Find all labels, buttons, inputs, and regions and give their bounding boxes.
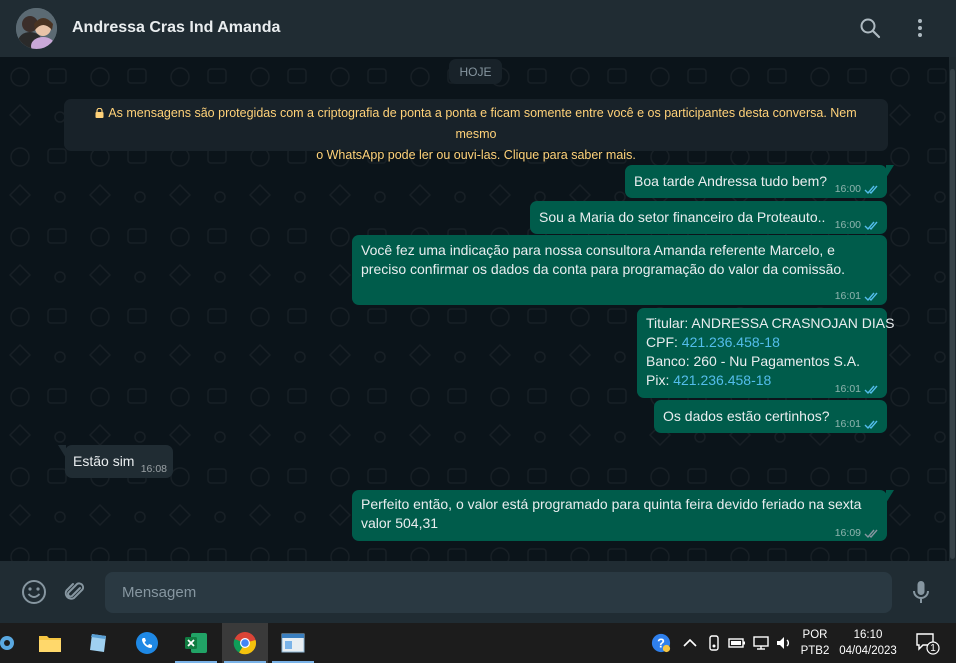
message-time: 16:08 (140, 463, 167, 475)
lock-icon (95, 108, 104, 118)
message-bubble-outgoing[interactable]: Perfeito então, o valor está programado … (352, 490, 894, 544)
message-text-line: Titular: ANDRESSA CRASNOJAN DIAS (646, 315, 895, 331)
windows-taskbar: ? POR PTB2 16:10 04/04/2023 1 (0, 623, 956, 663)
taskbar-app-partial[interactable] (0, 623, 30, 663)
clock-date: 04/04/2023 (839, 645, 897, 657)
search-icon[interactable] (858, 16, 882, 40)
message-meta: 16:08 (141, 460, 167, 480)
message-bubble-outgoing[interactable]: Titular: ANDRESSA CRASNOJAN DIAS CPF: 42… (637, 308, 894, 400)
contact-avatar[interactable] (16, 8, 57, 49)
taskbar-window-app[interactable] (270, 623, 316, 663)
message-meta: 16:01 (835, 287, 880, 307)
chevron-up-icon[interactable] (680, 633, 700, 653)
message-text-line: Perfeito então, o valor está programado … (361, 496, 862, 512)
help-icon[interactable]: ? (651, 633, 671, 653)
message-text-line: valor 504,31 (361, 515, 439, 531)
pix-label: Pix: (646, 372, 674, 388)
folder-icon (39, 636, 61, 652)
clock-time: 16:10 (853, 629, 883, 641)
taskbar-excel[interactable] (173, 623, 219, 663)
whatsapp-window: Andressa Cras Ind Amanda HOJE As mensage… (0, 0, 956, 663)
message-meta: 16:01 (835, 380, 880, 400)
bubble-tail (886, 165, 894, 178)
message-bubble-outgoing[interactable]: Boa tarde Andressa tudo bem? 16:00 (625, 165, 894, 200)
message-bubble-outgoing[interactable]: Você fez uma indicação para nossa consul… (352, 235, 887, 305)
excel-icon (185, 633, 207, 653)
language-indicator[interactable]: POR PTB2 (800, 627, 830, 659)
message-text-line: CPF: 421.236.458-18 (646, 333, 780, 353)
encryption-notice-line2: o WhatsApp pode ler ou ouvi-las. Clique … (316, 148, 636, 162)
device-icon[interactable] (704, 633, 724, 653)
message-meta: 16:00 (835, 216, 880, 236)
read-receipt-icon (864, 529, 878, 539)
menu-kebab-icon[interactable] (908, 16, 932, 40)
read-receipt-icon (864, 221, 878, 231)
chat-header: Andressa Cras Ind Amanda (0, 0, 956, 57)
app-icon (0, 636, 14, 650)
taskbar-chrome[interactable] (222, 623, 268, 663)
message-text-line: Pix: 421.236.458-18 (646, 371, 771, 391)
message-time: 16:01 (834, 383, 861, 395)
message-text-line: Você fez uma indicação para nossa consul… (361, 242, 835, 258)
message-text: Estão sim (73, 453, 135, 469)
message-input[interactable] (105, 572, 892, 613)
read-receipt-icon (864, 420, 878, 430)
battery-icon[interactable] (727, 633, 747, 653)
network-icon[interactable] (751, 633, 771, 653)
message-meta: 16:00 (835, 180, 880, 200)
message-text-line: preciso confirmar os dados da conta para… (361, 261, 846, 277)
scrollbar-thumb[interactable] (950, 69, 955, 559)
bubble-tail (58, 445, 66, 458)
read-receipt-icon (864, 292, 878, 302)
cpf-label: CPF: (646, 334, 682, 350)
message-time: 16:01 (834, 290, 861, 302)
message-meta: 16:01 (835, 415, 880, 435)
emoji-icon[interactable] (21, 579, 47, 605)
message-list[interactable]: HOJE As mensagens são protegidas com a c… (0, 57, 956, 561)
keyboard-layout: PTB2 (800, 645, 830, 657)
message-text: Os dados estão certinhos? (663, 408, 830, 424)
clock[interactable]: 16:10 04/04/2023 (836, 627, 900, 659)
contact-name[interactable]: Andressa Cras Ind Amanda (72, 19, 280, 37)
microphone-icon[interactable] (908, 579, 934, 605)
notification-count: 1 (930, 643, 936, 654)
chat-scrollbar[interactable] (949, 57, 956, 561)
encryption-notice-line1: As mensagens são protegidas com a cripto… (108, 106, 857, 141)
taskbar-notepad[interactable] (75, 623, 121, 663)
language-code: POR (802, 629, 828, 641)
message-meta: 16:09 (835, 524, 880, 544)
phone-app-icon (136, 632, 158, 654)
cpf-phone-link[interactable]: 421.236.458-18 (682, 334, 780, 350)
bubble-tail (886, 490, 894, 503)
read-receipt-icon (864, 385, 878, 395)
message-text-line: Banco: 260 - Nu Pagamentos S.A. (646, 353, 861, 369)
message-text: Boa tarde Andressa tudo bem? (634, 173, 828, 189)
message-bubble-outgoing[interactable]: Sou a Maria do setor financeiro da Prote… (530, 201, 887, 234)
message-bubble-outgoing[interactable]: Os dados estão certinhos? 16:01 (654, 400, 887, 433)
attach-clip-icon[interactable] (62, 579, 88, 605)
notepad-icon (90, 634, 106, 652)
message-text: Sou a Maria do setor financeiro da Prote… (539, 209, 826, 225)
encryption-notice[interactable]: As mensagens são protegidas com a cripto… (64, 99, 888, 162)
taskbar-phone-app[interactable] (124, 623, 170, 663)
message-bubble-incoming[interactable]: Estão sim 16:08 (58, 445, 173, 480)
taskbar-file-explorer[interactable] (27, 623, 73, 663)
chrome-icon (233, 632, 257, 655)
message-time: 16:01 (834, 418, 861, 430)
message-time: 16:00 (834, 183, 861, 195)
read-receipt-icon (864, 185, 878, 195)
window-app-icon (281, 633, 305, 653)
date-divider: HOJE (449, 59, 502, 84)
message-time: 16:09 (834, 527, 861, 539)
message-time: 16:00 (834, 219, 861, 231)
message-composer (0, 561, 956, 623)
pix-phone-link[interactable]: 421.236.458-18 (673, 372, 771, 388)
volume-icon[interactable] (774, 633, 794, 653)
